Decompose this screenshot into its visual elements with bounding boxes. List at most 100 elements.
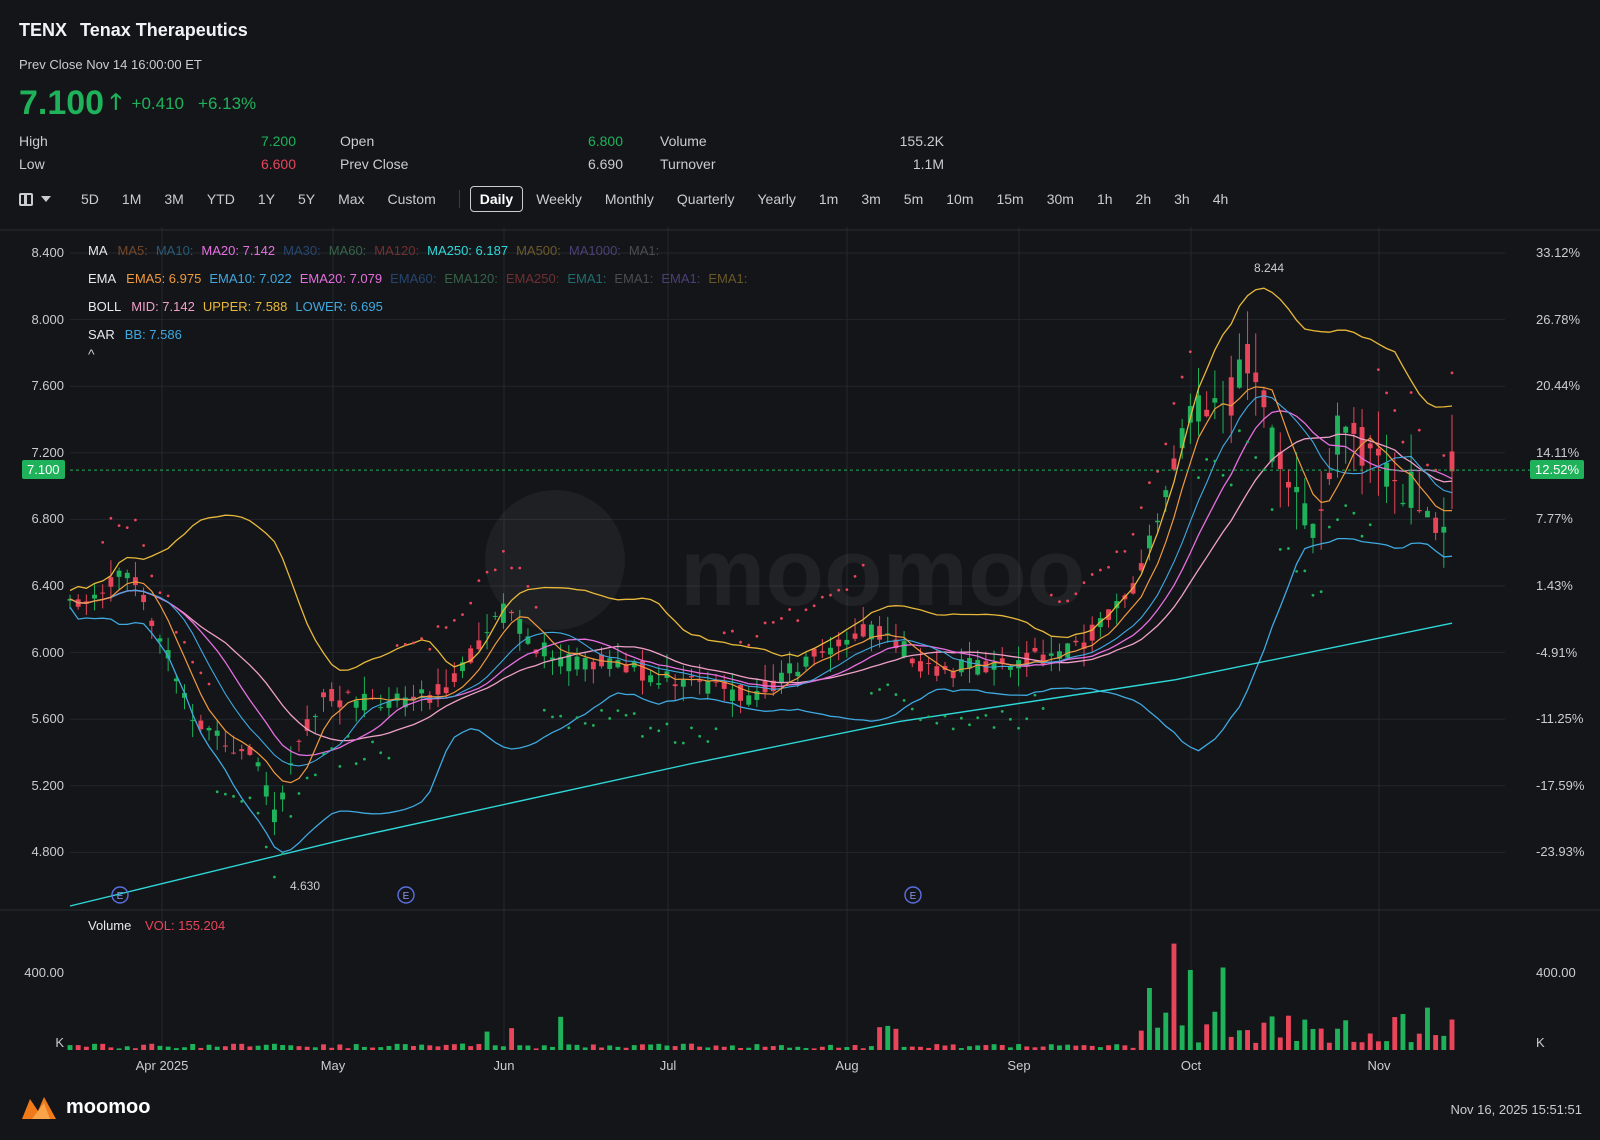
volume-bar — [713, 1045, 719, 1050]
ema-legend-item: EMA1: — [661, 271, 701, 286]
collapse-indicators-button[interactable]: ^ — [88, 346, 95, 362]
volume-bar — [1359, 1042, 1365, 1050]
sar-dot — [591, 724, 595, 727]
candle — [1212, 398, 1218, 403]
candle — [1155, 520, 1161, 523]
sar-dot — [1197, 476, 1200, 480]
sar-dot — [698, 734, 702, 738]
sar-dot — [992, 726, 996, 729]
sar-dot — [1164, 442, 1168, 446]
watermark-logo-icon — [485, 490, 625, 630]
volume-legend[interactable]: Volume VOL: 155.204 — [88, 918, 225, 933]
sar-dot — [395, 644, 399, 647]
volume-bar — [337, 1044, 343, 1050]
volume-bar — [255, 1045, 261, 1050]
sar-dot — [804, 608, 808, 612]
volume-bar — [75, 1045, 81, 1050]
sar-dot — [869, 691, 873, 695]
volume-bar — [680, 1043, 686, 1050]
candle — [1449, 451, 1455, 472]
price-chart[interactable]: moomoo 8.244 4.630 E E E — [0, 0, 1600, 1140]
volume-bar — [615, 1046, 621, 1050]
sar-dot — [1393, 409, 1397, 412]
volume-bar — [304, 1046, 310, 1050]
sar-dot — [968, 723, 971, 727]
candle — [337, 700, 343, 708]
sar-dot — [747, 643, 751, 647]
candle — [828, 647, 833, 655]
sar-dot — [346, 734, 350, 738]
candle — [950, 671, 956, 679]
y-axis-pct-label: 1.43% — [1536, 578, 1573, 593]
volume-bar — [1007, 1047, 1013, 1050]
sar-dot — [1278, 548, 1282, 551]
volume-bar — [918, 1046, 923, 1050]
boll-legend[interactable]: BOLL MID: 7.142 UPPER: 7.588 LOWER: 6.695 — [88, 299, 391, 314]
sar-dot — [935, 721, 939, 725]
volume-bar — [1318, 1028, 1324, 1050]
sar-dot — [518, 566, 522, 570]
volume-bar — [574, 1044, 580, 1050]
sar-legend[interactable]: SAR BB: 7.586 — [88, 327, 190, 342]
sar-dot — [771, 620, 775, 624]
volume-bar — [271, 1043, 277, 1050]
sar-dot — [1401, 440, 1405, 444]
volume-bar — [206, 1044, 212, 1050]
candle — [517, 619, 523, 634]
sar-dot — [567, 726, 571, 730]
candle — [1367, 443, 1373, 449]
y-axis-pct-label: -23.93% — [1536, 844, 1585, 860]
candle — [705, 680, 711, 694]
candle — [149, 620, 155, 627]
volume-bar — [1163, 1012, 1169, 1050]
volume-bar — [296, 1046, 302, 1050]
x-axis-month-label: Apr 2025 — [135, 1058, 189, 1073]
candle — [1261, 390, 1267, 408]
volume-bar — [263, 1044, 269, 1050]
volume-bar — [1449, 1019, 1455, 1050]
volume-bar — [1220, 967, 1226, 1050]
sar-dot — [837, 588, 841, 592]
sar-dot — [796, 619, 800, 622]
ema-legend[interactable]: EMA EMA5: 6.975 EMA10: 7.022 EMA20: 7.079 EM… — [88, 271, 755, 286]
sar-dot — [1450, 371, 1454, 375]
volume-bar — [975, 1045, 981, 1050]
volume-bar — [214, 1046, 220, 1050]
current-price-tag: 7.100 — [22, 460, 65, 480]
volume-bar — [288, 1045, 294, 1050]
volume-bar — [852, 1045, 858, 1050]
event-marker-label: E — [403, 891, 410, 902]
volume-bar — [1326, 1042, 1332, 1050]
volume-bar — [623, 1047, 629, 1050]
sar-dot — [379, 751, 383, 755]
sar-dot — [927, 715, 931, 719]
moomoo-logo-icon — [22, 1097, 56, 1119]
sar-legend-label: SAR — [88, 327, 115, 342]
candle — [918, 661, 923, 672]
volume-bar — [1114, 1044, 1120, 1050]
candle — [214, 730, 220, 736]
candle — [582, 658, 588, 670]
y-axis-price-label: 5.200 — [31, 777, 64, 793]
volume-bar — [664, 1045, 670, 1050]
volume-bar — [1228, 1036, 1234, 1050]
candle — [1351, 422, 1357, 434]
ma-legend[interactable]: MA MA5: MA10: MA20: 7.142 MA30: MA60: MA120: MA… — [88, 243, 667, 258]
candle — [779, 672, 784, 683]
sar-dot — [665, 722, 669, 726]
candle — [680, 679, 686, 687]
x-axis-month-label: Nov — [1367, 1058, 1391, 1073]
volume-bar — [182, 1047, 187, 1050]
volume-bar — [1065, 1044, 1071, 1050]
sar-dot — [861, 563, 865, 567]
volume-bar — [124, 1046, 130, 1050]
sar-dot — [600, 709, 603, 712]
volume-bar — [92, 1043, 97, 1050]
volume-bar — [67, 1045, 73, 1050]
candle — [689, 675, 694, 678]
sar-dot — [1377, 368, 1380, 372]
ema-legend-item: EMA5: 6.975 — [126, 271, 202, 286]
sar-dot — [313, 773, 317, 777]
sar-dot — [878, 688, 881, 691]
sar-dot — [477, 579, 481, 583]
